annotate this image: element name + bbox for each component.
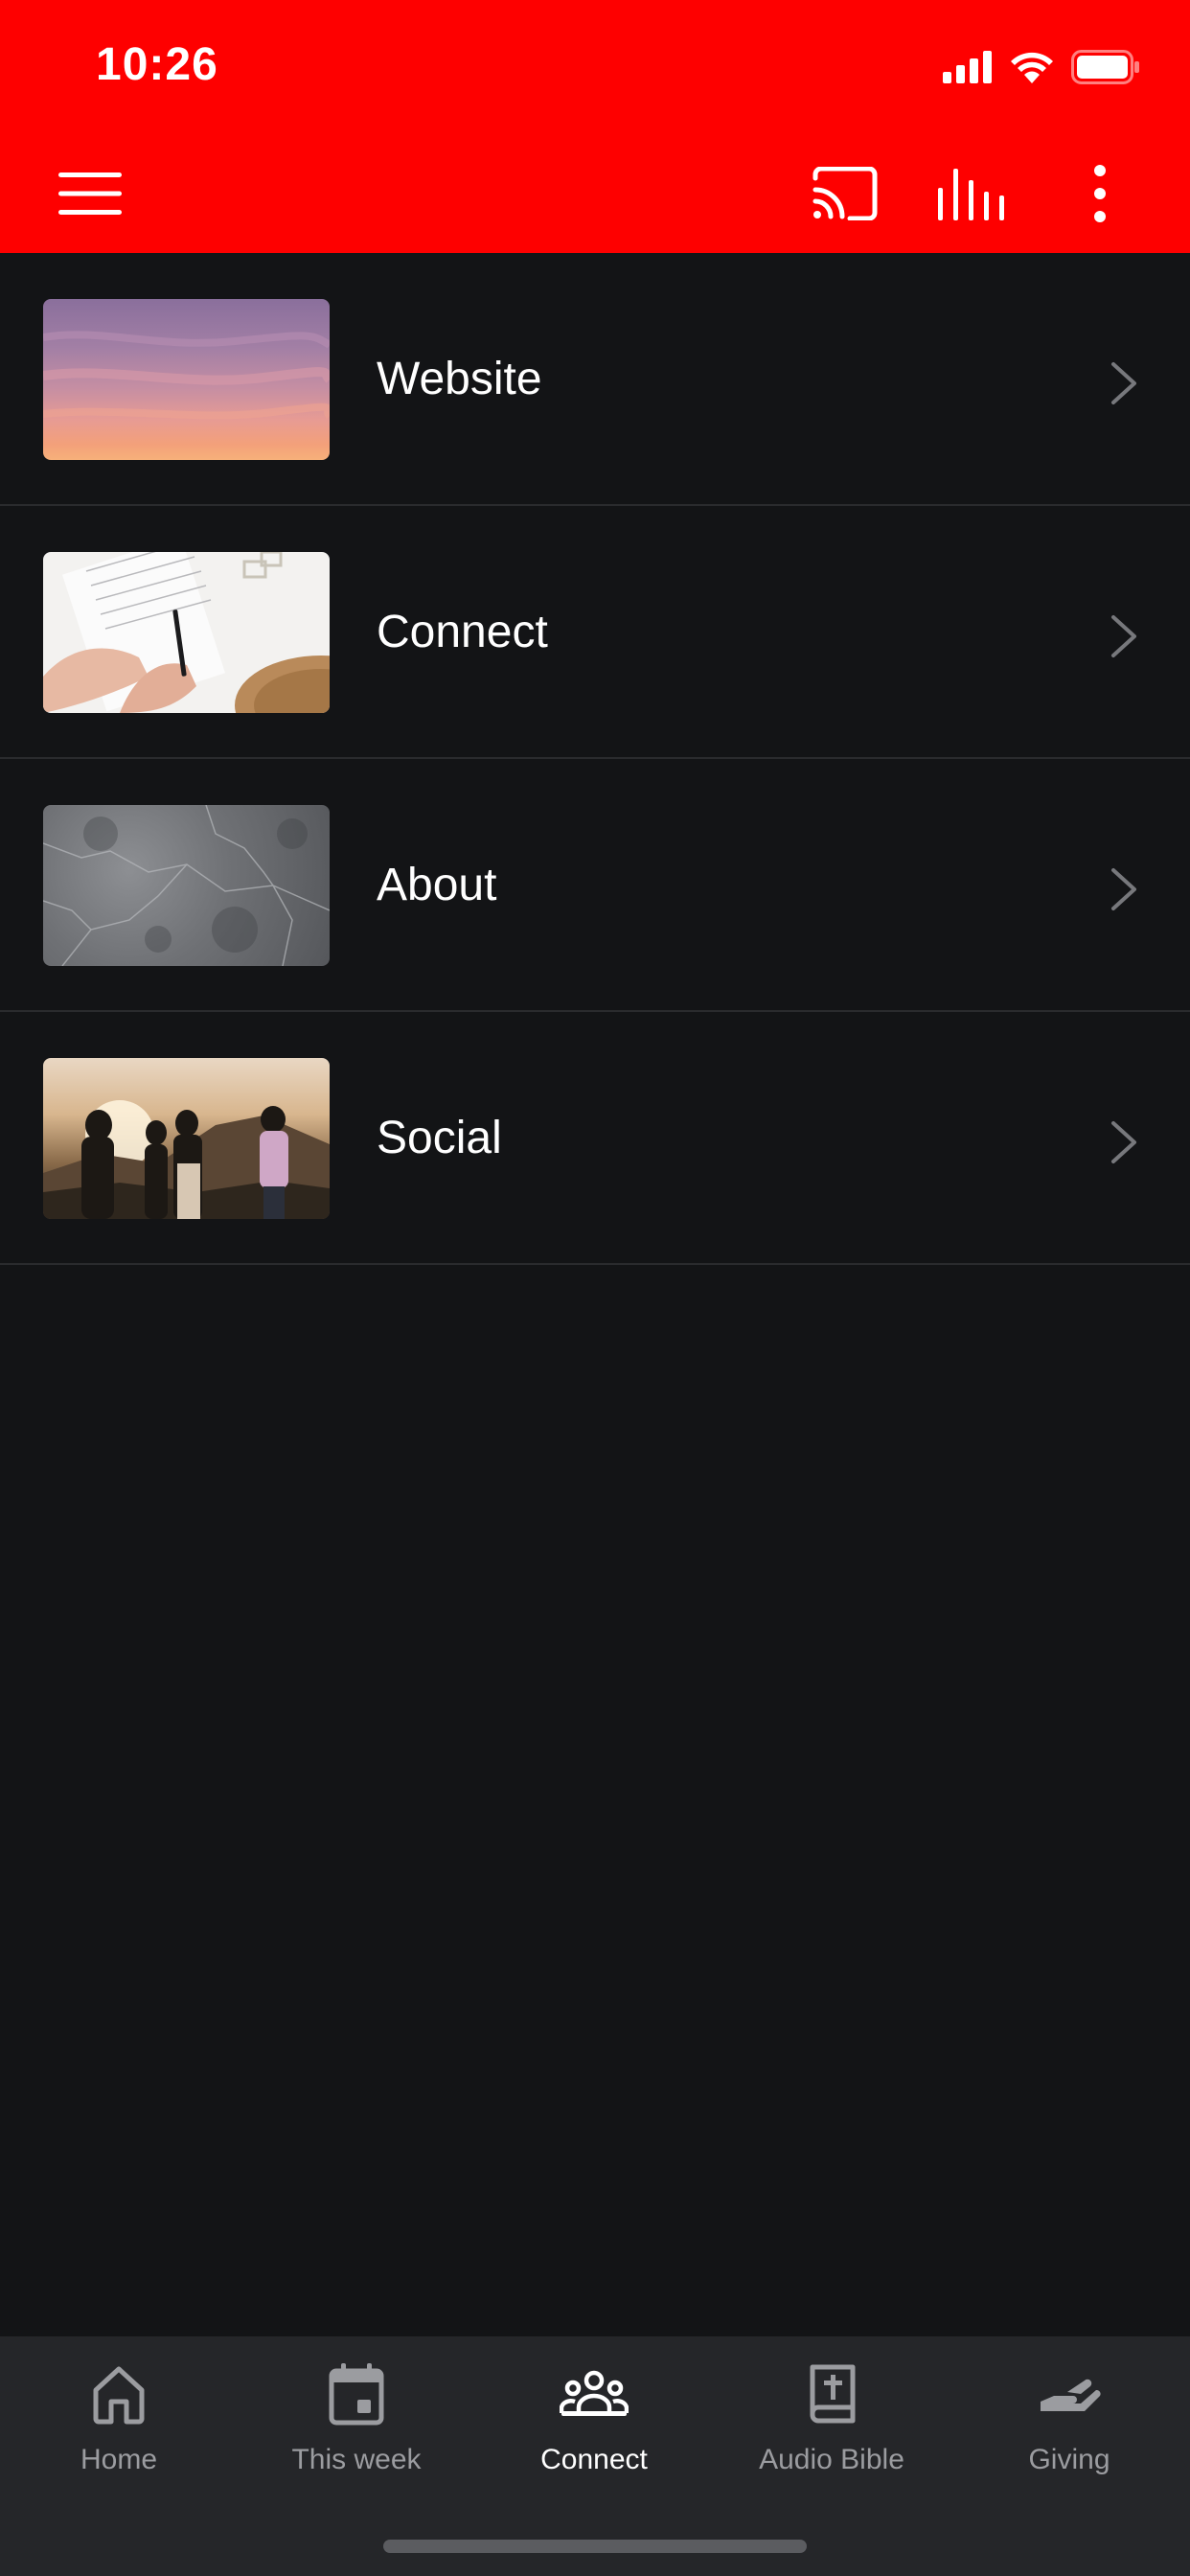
cast-button[interactable] <box>805 153 885 234</box>
grey-marble-texture-image <box>43 805 330 966</box>
chevron-right-icon <box>1111 868 1136 910</box>
tab-label: Home <box>80 2444 158 2475</box>
audio-bars-icon <box>938 169 1004 220</box>
battery-icon <box>1071 50 1139 84</box>
menu-icon <box>58 172 122 215</box>
more-vertical-icon <box>1094 165 1106 222</box>
status-bar: 10:26 <box>0 0 1190 134</box>
list-item-website[interactable]: Website <box>0 253 1190 506</box>
tab-this-week[interactable]: This week <box>238 2356 475 2499</box>
chevron-right-icon <box>1111 1121 1136 1163</box>
bible-icon <box>810 2364 856 2424</box>
wifi-icon <box>1011 52 1053 83</box>
home-indicator <box>383 2540 807 2553</box>
list-item-about[interactable]: About <box>0 759 1190 1012</box>
tab-connect[interactable]: Connect <box>475 2356 713 2499</box>
cellular-signal-icon <box>943 51 992 83</box>
sunset-sky-image <box>43 299 330 460</box>
list-item-label: Website <box>377 354 542 404</box>
more-options-button[interactable] <box>1060 153 1140 234</box>
tab-giving[interactable]: Giving <box>950 2356 1188 2499</box>
tab-label: Connect <box>540 2444 648 2475</box>
people-on-hill-at-sunset-image <box>43 1058 330 1219</box>
chevron-right-icon <box>1111 362 1136 404</box>
giving-hand-icon <box>1041 2379 1101 2411</box>
hands-writing-notebook-image <box>43 552 330 713</box>
list-item-label: Social <box>377 1113 502 1163</box>
tab-home[interactable]: Home <box>0 2356 238 2499</box>
cast-icon <box>812 167 878 220</box>
list-item-connect[interactable]: Connect <box>0 506 1190 759</box>
tab-audio-bible[interactable]: Audio Bible <box>713 2356 950 2499</box>
list-item-label: Connect <box>377 607 548 657</box>
home-icon <box>93 2366 145 2425</box>
list-item-social[interactable]: Social <box>0 1012 1190 1265</box>
calendar-icon <box>329 2363 384 2426</box>
audio-button[interactable] <box>931 153 1012 234</box>
bottom-tab-bar: Home This week Connect Audio Bible Givin… <box>0 2336 1190 2576</box>
tab-label: This week <box>291 2444 422 2475</box>
tab-label: Audio Bible <box>759 2444 904 2475</box>
toolbar <box>0 134 1190 253</box>
status-icons <box>943 46 1140 88</box>
connect-list: Website Connect About Social <box>0 253 1190 1265</box>
people-group-icon <box>560 2370 629 2416</box>
app-header: 10:26 <box>0 0 1190 253</box>
list-item-label: About <box>377 860 497 910</box>
chevron-right-icon <box>1111 615 1136 657</box>
tab-label: Giving <box>1028 2444 1110 2475</box>
menu-button[interactable] <box>50 153 130 234</box>
status-time: 10:26 <box>96 39 218 90</box>
